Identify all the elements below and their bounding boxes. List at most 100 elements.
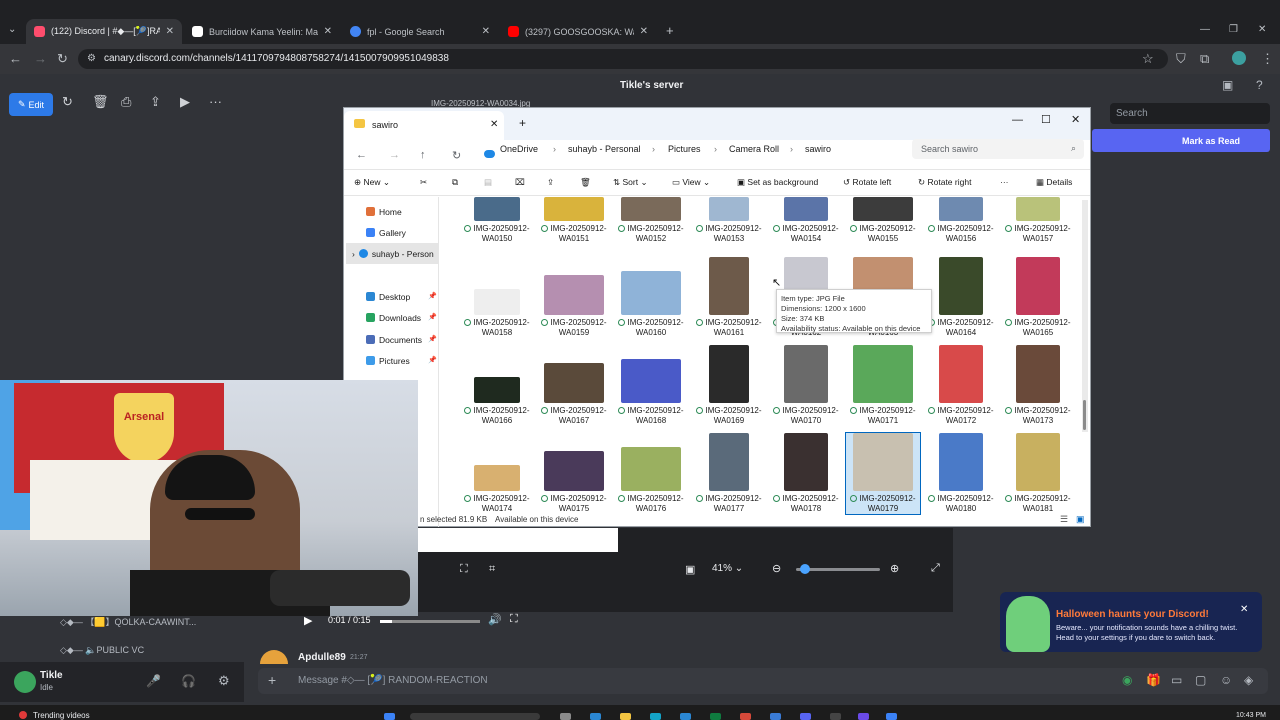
file-thumbnail[interactable]: IMG-20250912-WA0173 bbox=[1001, 345, 1075, 426]
browser-menu-icon[interactable]: ⋮ bbox=[1261, 52, 1274, 66]
mail-icon[interactable] bbox=[680, 713, 691, 720]
refresh-icon[interactable]: ↻ bbox=[452, 149, 461, 162]
nav-desktop[interactable]: Desktop 📌 bbox=[366, 292, 437, 302]
inbox-icon[interactable]: ▣ bbox=[1222, 78, 1233, 92]
app-launcher-icon[interactable]: ◉ bbox=[1122, 673, 1132, 687]
tab-google[interactable]: fpl - Google Search ✕ bbox=[342, 19, 498, 44]
apps-icon[interactable]: ◈ bbox=[1244, 673, 1253, 687]
zoom-in-icon[interactable]: ⊕ bbox=[890, 562, 899, 575]
restore-window-icon[interactable]: ❐ bbox=[1229, 24, 1238, 35]
play-icon[interactable]: ▶ bbox=[304, 614, 312, 627]
breadcrumb-camera-roll[interactable]: Camera Roll bbox=[729, 144, 779, 154]
file-grid-scrollbar[interactable] bbox=[1082, 200, 1088, 432]
taskbar-search[interactable] bbox=[410, 713, 540, 720]
widgets-badge-icon[interactable] bbox=[19, 711, 27, 719]
ocr-scan-icon[interactable]: ⌗ bbox=[489, 563, 495, 576]
new-explorer-tab-icon[interactable]: + bbox=[519, 116, 526, 130]
slideshow-icon[interactable]: ▶ bbox=[180, 94, 190, 110]
file-thumbnail[interactable]: IMG-20250912-WA0159 bbox=[537, 275, 611, 338]
voice-channel-1[interactable]: ◇◆— 【🟨】QOLKA-CAAWINT... bbox=[60, 615, 196, 628]
close-tab-icon[interactable]: ✕ bbox=[324, 26, 332, 37]
fit-screen-icon[interactable]: ⛶ bbox=[460, 563, 468, 576]
file-thumbnail[interactable]: IMG-20250912-WA0152 bbox=[614, 197, 688, 244]
file-thumbnail[interactable]: IMG-20250912-WA0180 bbox=[924, 433, 998, 514]
up-icon[interactable]: ↑ bbox=[420, 149, 426, 161]
discord-icon[interactable] bbox=[800, 713, 811, 720]
app-icon[interactable] bbox=[830, 713, 841, 720]
nav-gallery[interactable]: Gallery bbox=[366, 228, 406, 238]
photos-icon[interactable] bbox=[770, 713, 781, 720]
nav-documents[interactable]: Documents 📌 bbox=[366, 335, 437, 345]
minimize-window-icon[interactable]: — bbox=[1200, 24, 1210, 35]
maximize-icon[interactable]: ☐ bbox=[1041, 113, 1051, 126]
close-tab-icon[interactable]: ✕ bbox=[166, 26, 174, 37]
details-view-icon[interactable]: ☰ bbox=[1060, 514, 1068, 525]
emoji-icon[interactable]: ☺ bbox=[1220, 673, 1232, 687]
discord-search-input[interactable]: Search bbox=[1110, 103, 1270, 124]
more-options-icon[interactable]: ··· bbox=[209, 94, 222, 109]
paste-icon[interactable]: ▤ bbox=[484, 177, 492, 188]
new-button[interactable]: ⊕ New ⌄ bbox=[354, 177, 390, 188]
mute-microphone-icon[interactable]: 🎤 bbox=[146, 674, 161, 688]
file-thumbnail[interactable]: IMG-20250912-WA0161 bbox=[692, 257, 766, 338]
file-thumbnail[interactable]: IMG-20250912-WA0154 bbox=[769, 197, 843, 244]
sort-button[interactable]: ⇅ Sort ⌄ bbox=[613, 177, 648, 188]
xbox-icon[interactable] bbox=[710, 713, 721, 720]
breadcrumb-personal[interactable]: suhayb - Personal bbox=[568, 144, 641, 154]
tiles-view-icon[interactable]: ▣ bbox=[1076, 514, 1085, 525]
shield-extension-icon[interactable]: ⛉ bbox=[1176, 52, 1186, 66]
tab-tiktok[interactable]: Burciidow Kama Yeelin: Maxaa ✕ bbox=[184, 19, 340, 44]
profile-avatar[interactable] bbox=[1232, 51, 1246, 65]
nav-downloads[interactable]: Downloads 📌 bbox=[366, 313, 437, 323]
reload-icon[interactable]: ↻ bbox=[57, 52, 68, 66]
file-thumbnail[interactable]: IMG-20250912-WA0164 bbox=[924, 257, 998, 338]
file-thumbnail[interactable]: IMG-20250912-WA0165 bbox=[1001, 257, 1075, 338]
task-view-icon[interactable] bbox=[560, 713, 571, 720]
cut-icon[interactable]: ✂ bbox=[420, 177, 427, 188]
file-thumbnail[interactable]: IMG-20250912-WA0156 bbox=[924, 197, 998, 244]
file-thumbnail[interactable]: IMG-20250912-WA0166 bbox=[460, 377, 534, 426]
avatar[interactable] bbox=[14, 671, 36, 693]
file-thumbnail[interactable]: IMG-20250912-WA0181 bbox=[1001, 433, 1075, 514]
bookmark-star-icon[interactable]: ☆ bbox=[1142, 52, 1154, 66]
tab-list-chevron-icon[interactable]: ⌄ bbox=[8, 24, 16, 35]
rotate-right-button[interactable]: ↻ Rotate right bbox=[918, 177, 971, 188]
file-thumbnail[interactable]: IMG-20250912-WA0168 bbox=[614, 359, 688, 426]
tab-youtube[interactable]: (3297) GOOSGOOSKA: Warshi ✕ bbox=[500, 19, 656, 44]
view-button[interactable]: ▭ View ⌄ bbox=[672, 177, 710, 188]
close-tab-icon[interactable]: ✕ bbox=[490, 119, 498, 130]
file-thumbnail[interactable]: IMG-20250912-WA0177 bbox=[692, 433, 766, 514]
file-thumbnail[interactable]: IMG-20250912-WA0151 bbox=[537, 197, 611, 244]
gift-icon[interactable]: 🎁 bbox=[1146, 673, 1161, 687]
breadcrumb-sawiro[interactable]: sawiro bbox=[805, 144, 831, 154]
breadcrumb-onedrive[interactable]: OneDrive bbox=[500, 144, 538, 154]
app-icon[interactable] bbox=[858, 713, 869, 720]
close-tab-icon[interactable]: ✕ bbox=[640, 26, 648, 37]
app-icon[interactable] bbox=[886, 713, 897, 720]
file-thumbnail[interactable]: IMG-20250912-WA0179 bbox=[845, 432, 921, 515]
file-thumbnail[interactable]: IMG-20250912-WA0178 bbox=[769, 433, 843, 514]
help-icon[interactable]: ? bbox=[1256, 78, 1263, 92]
file-thumbnail[interactable]: IMG-20250912-WA0175 bbox=[537, 451, 611, 514]
set-as-background-button[interactable]: ▣ Set as background bbox=[737, 177, 818, 188]
close-window-icon[interactable]: ✕ bbox=[1258, 24, 1266, 35]
forward-icon[interactable]: → bbox=[389, 149, 400, 161]
delete-icon[interactable]: 🗑 bbox=[92, 94, 109, 110]
explorer-tab[interactable]: sawiro ✕ bbox=[344, 111, 504, 140]
more-commands-button[interactable]: ··· bbox=[1000, 177, 1009, 187]
explorer-search-input[interactable]: Search sawiro ⌕ bbox=[912, 139, 1084, 159]
forward-icon[interactable]: → bbox=[34, 52, 47, 66]
gif-icon[interactable]: ▭ bbox=[1171, 673, 1182, 687]
nav-home[interactable]: Home bbox=[366, 207, 402, 217]
user-settings-gear-icon[interactable]: ⚙ bbox=[218, 673, 230, 689]
file-thumbnail[interactable]: IMG-20250912-WA0150 bbox=[460, 197, 534, 244]
address-bar[interactable]: ⚙ canary.discord.com/channels/1411709794… bbox=[78, 49, 1168, 69]
details-button[interactable]: ▦ Details bbox=[1036, 177, 1072, 188]
sticker-icon[interactable]: ▢ bbox=[1195, 673, 1206, 687]
breadcrumb-pictures[interactable]: Pictures bbox=[668, 144, 701, 154]
tab-discord[interactable]: (122) Discord | #◆—[🎾]RANDOM ✕ bbox=[26, 19, 182, 44]
minimize-icon[interactable]: — bbox=[1012, 114, 1023, 126]
file-thumbnail[interactable]: IMG-20250912-WA0155 bbox=[846, 197, 920, 244]
close-notice-icon[interactable]: ✕ bbox=[1240, 604, 1248, 615]
new-tab-button[interactable]: + bbox=[666, 23, 674, 38]
